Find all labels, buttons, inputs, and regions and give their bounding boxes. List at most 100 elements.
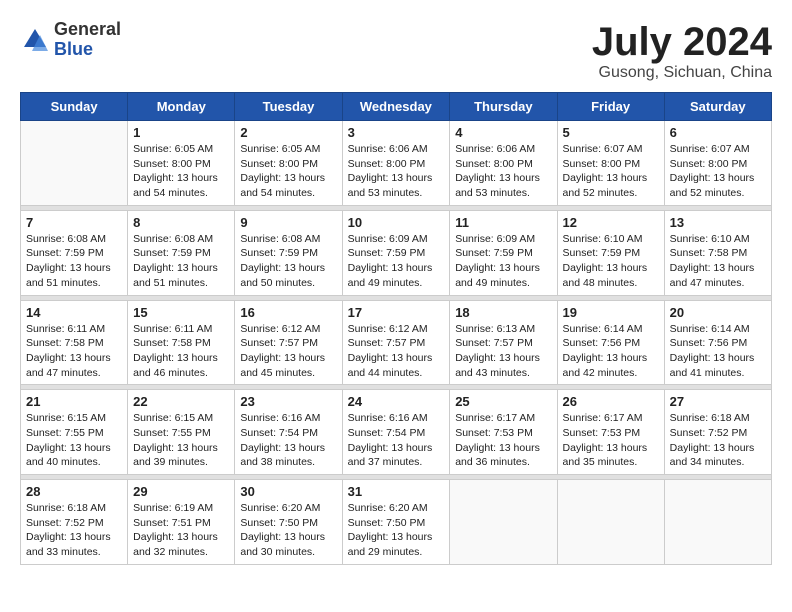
calendar-week-row-2: 7 Sunrise: 6:08 AMSunset: 7:59 PMDaylight… bbox=[21, 210, 772, 295]
month-year-title: July 2024 bbox=[592, 20, 772, 64]
weekday-header-sunday: Sunday bbox=[21, 93, 128, 121]
weekday-header-monday: Monday bbox=[128, 93, 235, 121]
calendar-cell bbox=[557, 480, 664, 565]
day-number: 25 bbox=[455, 394, 551, 409]
logo: General Blue bbox=[20, 20, 121, 60]
day-info: Sunrise: 6:07 AMSunset: 8:00 PMDaylight:… bbox=[670, 142, 766, 201]
calendar-cell: 5 Sunrise: 6:07 AMSunset: 8:00 PMDaylight… bbox=[557, 121, 664, 206]
weekday-header-saturday: Saturday bbox=[664, 93, 771, 121]
calendar-cell: 1 Sunrise: 6:05 AMSunset: 8:00 PMDaylight… bbox=[128, 121, 235, 206]
day-number: 15 bbox=[133, 305, 229, 320]
day-number: 27 bbox=[670, 394, 766, 409]
calendar-cell: 20Sunrise: 6:14 AMSunset: 7:56 PMDayligh… bbox=[664, 300, 771, 385]
calendar-cell: 30 Sunrise: 6:20 AMSunset: 7:50 PMDayligh… bbox=[235, 480, 342, 565]
calendar-cell: 4 Sunrise: 6:06 AMSunset: 8:00 PMDaylight… bbox=[450, 121, 557, 206]
day-info: Sunrise: 6:07 AMSunset: 8:00 PMDaylight:… bbox=[563, 142, 659, 201]
calendar-cell: 15Sunrise: 6:11 AMSunset: 7:58 PMDayligh… bbox=[128, 300, 235, 385]
day-number: 4 bbox=[455, 125, 551, 140]
calendar-cell: 3 Sunrise: 6:06 AMSunset: 8:00 PMDaylight… bbox=[342, 121, 450, 206]
calendar-cell: 17 Sunrise: 6:12 AMSunset: 7:57 PMDayligh… bbox=[342, 300, 450, 385]
day-info: Sunrise: 6:12 AMSunset: 7:57 PMDaylight:… bbox=[348, 322, 445, 381]
day-number: 19 bbox=[563, 305, 659, 320]
calendar-week-row-5: 28 Sunrise: 6:18 AMSunset: 7:52 PMDayligh… bbox=[21, 480, 772, 565]
day-info: Sunrise: 6:10 AMSunset: 7:58 PMDaylight:… bbox=[670, 232, 766, 291]
calendar-cell: 7 Sunrise: 6:08 AMSunset: 7:59 PMDaylight… bbox=[21, 210, 128, 295]
logo-icon bbox=[20, 25, 50, 55]
calendar-cell: 9Sunrise: 6:08 AMSunset: 7:59 PMDaylight… bbox=[235, 210, 342, 295]
day-info: Sunrise: 6:18 AMSunset: 7:52 PMDaylight:… bbox=[670, 411, 766, 470]
calendar-cell: 16Sunrise: 6:12 AMSunset: 7:57 PMDayligh… bbox=[235, 300, 342, 385]
day-number: 21 bbox=[26, 394, 122, 409]
calendar-cell: 2 Sunrise: 6:05 AMSunset: 8:00 PMDaylight… bbox=[235, 121, 342, 206]
day-number: 28 bbox=[26, 484, 122, 499]
day-number: 17 bbox=[348, 305, 445, 320]
day-info: Sunrise: 6:08 AMSunset: 7:59 PMDaylight:… bbox=[240, 232, 336, 291]
title-section: July 2024 Gusong, Sichuan, China bbox=[592, 20, 772, 82]
day-number: 23 bbox=[240, 394, 336, 409]
day-number: 7 bbox=[26, 215, 122, 230]
day-info: Sunrise: 6:14 AMSunset: 7:56 PMDaylight:… bbox=[563, 322, 659, 381]
weekday-header-tuesday: Tuesday bbox=[235, 93, 342, 121]
calendar-cell: 25 Sunrise: 6:17 AMSunset: 7:53 PMDayligh… bbox=[450, 390, 557, 475]
calendar-cell bbox=[450, 480, 557, 565]
calendar-cell: 14Sunrise: 6:11 AMSunset: 7:58 PMDayligh… bbox=[21, 300, 128, 385]
calendar-cell: 27 Sunrise: 6:18 AMSunset: 7:52 PMDayligh… bbox=[664, 390, 771, 475]
day-number: 3 bbox=[348, 125, 445, 140]
location-subtitle: Gusong, Sichuan, China bbox=[592, 64, 772, 82]
day-number: 5 bbox=[563, 125, 659, 140]
day-info: Sunrise: 6:05 AMSunset: 8:00 PMDaylight:… bbox=[133, 142, 229, 201]
day-info: Sunrise: 6:14 AMSunset: 7:56 PMDaylight:… bbox=[670, 322, 766, 381]
day-number: 24 bbox=[348, 394, 445, 409]
weekday-header-wednesday: Wednesday bbox=[342, 93, 450, 121]
day-info: Sunrise: 6:20 AMSunset: 7:50 PMDaylight:… bbox=[348, 501, 445, 560]
day-info: Sunrise: 6:06 AMSunset: 8:00 PMDaylight:… bbox=[455, 142, 551, 201]
day-info: Sunrise: 6:13 AMSunset: 7:57 PMDaylight:… bbox=[455, 322, 551, 381]
day-number: 22 bbox=[133, 394, 229, 409]
calendar-cell: 12Sunrise: 6:10 AMSunset: 7:59 PMDayligh… bbox=[557, 210, 664, 295]
calendar-cell: 26Sunrise: 6:17 AMSunset: 7:53 PMDayligh… bbox=[557, 390, 664, 475]
logo-general: General bbox=[54, 20, 121, 40]
day-info: Sunrise: 6:10 AMSunset: 7:59 PMDaylight:… bbox=[563, 232, 659, 291]
calendar-cell: 29 Sunrise: 6:19 AMSunset: 7:51 PMDayligh… bbox=[128, 480, 235, 565]
calendar-cell: 8Sunrise: 6:08 AMSunset: 7:59 PMDaylight… bbox=[128, 210, 235, 295]
day-info: Sunrise: 6:19 AMSunset: 7:51 PMDaylight:… bbox=[133, 501, 229, 560]
weekday-header-friday: Friday bbox=[557, 93, 664, 121]
calendar-cell bbox=[664, 480, 771, 565]
calendar-cell: 31 Sunrise: 6:20 AMSunset: 7:50 PMDayligh… bbox=[342, 480, 450, 565]
weekday-header-row: SundayMondayTuesdayWednesdayThursdayFrid… bbox=[21, 93, 772, 121]
calendar-week-row-4: 21 Sunrise: 6:15 AMSunset: 7:55 PMDayligh… bbox=[21, 390, 772, 475]
day-info: Sunrise: 6:09 AMSunset: 7:59 PMDaylight:… bbox=[455, 232, 551, 291]
calendar-cell: 6 Sunrise: 6:07 AMSunset: 8:00 PMDaylight… bbox=[664, 121, 771, 206]
calendar-week-row-1: 1 Sunrise: 6:05 AMSunset: 8:00 PMDaylight… bbox=[21, 121, 772, 206]
logo-text: General Blue bbox=[54, 20, 121, 60]
calendar-cell: 22 Sunrise: 6:15 AMSunset: 7:55 PMDayligh… bbox=[128, 390, 235, 475]
calendar-cell: 21Sunrise: 6:15 AMSunset: 7:55 PMDayligh… bbox=[21, 390, 128, 475]
calendar-cell: 23Sunrise: 6:16 AMSunset: 7:54 PMDayligh… bbox=[235, 390, 342, 475]
calendar-week-row-3: 14Sunrise: 6:11 AMSunset: 7:58 PMDayligh… bbox=[21, 300, 772, 385]
day-info: Sunrise: 6:11 AMSunset: 7:58 PMDaylight:… bbox=[26, 322, 122, 381]
day-info: Sunrise: 6:20 AMSunset: 7:50 PMDaylight:… bbox=[240, 501, 336, 560]
calendar-cell: 13Sunrise: 6:10 AMSunset: 7:58 PMDayligh… bbox=[664, 210, 771, 295]
day-number: 29 bbox=[133, 484, 229, 499]
day-number: 30 bbox=[240, 484, 336, 499]
calendar-cell: 18 Sunrise: 6:13 AMSunset: 7:57 PMDayligh… bbox=[450, 300, 557, 385]
day-number: 18 bbox=[455, 305, 551, 320]
day-number: 1 bbox=[133, 125, 229, 140]
calendar-cell bbox=[21, 121, 128, 206]
calendar-table: SundayMondayTuesdayWednesdayThursdayFrid… bbox=[20, 92, 772, 565]
day-info: Sunrise: 6:17 AMSunset: 7:53 PMDaylight:… bbox=[455, 411, 551, 470]
day-number: 6 bbox=[670, 125, 766, 140]
calendar-cell: 24 Sunrise: 6:16 AMSunset: 7:54 PMDayligh… bbox=[342, 390, 450, 475]
day-info: Sunrise: 6:18 AMSunset: 7:52 PMDaylight:… bbox=[26, 501, 122, 560]
logo-blue: Blue bbox=[54, 40, 121, 60]
day-info: Sunrise: 6:08 AMSunset: 7:59 PMDaylight:… bbox=[133, 232, 229, 291]
calendar-cell: 10Sunrise: 6:09 AMSunset: 7:59 PMDayligh… bbox=[342, 210, 450, 295]
day-info: Sunrise: 6:08 AMSunset: 7:59 PMDaylight:… bbox=[26, 232, 122, 291]
day-info: Sunrise: 6:15 AMSunset: 7:55 PMDaylight:… bbox=[133, 411, 229, 470]
day-number: 31 bbox=[348, 484, 445, 499]
day-info: Sunrise: 6:16 AMSunset: 7:54 PMDaylight:… bbox=[348, 411, 445, 470]
day-number: 2 bbox=[240, 125, 336, 140]
day-info: Sunrise: 6:05 AMSunset: 8:00 PMDaylight:… bbox=[240, 142, 336, 201]
day-info: Sunrise: 6:06 AMSunset: 8:00 PMDaylight:… bbox=[348, 142, 445, 201]
day-number: 16 bbox=[240, 305, 336, 320]
